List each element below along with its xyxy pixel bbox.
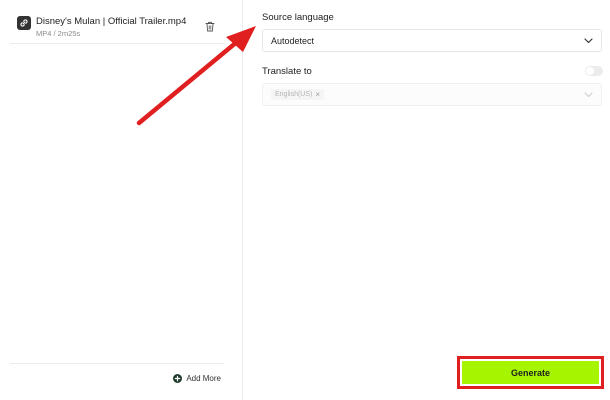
settings-panel: Source language Autodetect Translate to … xyxy=(244,0,610,400)
generate-button[interactable]: Generate xyxy=(462,361,599,384)
translate-to-select[interactable]: English(US) × xyxy=(262,83,602,106)
link-icon xyxy=(17,16,31,30)
source-language-select[interactable]: Autodetect xyxy=(262,29,602,52)
toggle-knob xyxy=(586,67,594,75)
file-list-panel: Disney's Mulan | Official Trailer.mp4 MP… xyxy=(0,0,243,400)
translate-to-label: Translate to xyxy=(262,66,312,77)
file-item[interactable]: Disney's Mulan | Official Trailer.mp4 MP… xyxy=(10,8,224,44)
translate-toggle[interactable] xyxy=(585,66,603,76)
trash-icon[interactable] xyxy=(205,19,215,32)
language-chip-label: English(US) xyxy=(275,91,313,98)
chevron-down-icon xyxy=(584,37,593,43)
add-more-button[interactable]: Add More xyxy=(173,374,221,383)
file-meta: MP4 / 2m25s xyxy=(36,29,81,38)
left-footer: Add More xyxy=(10,363,224,399)
add-more-label: Add More xyxy=(186,374,221,383)
generate-highlight-box: Generate xyxy=(457,356,604,389)
close-icon[interactable]: × xyxy=(315,90,320,99)
source-language-label: Source language xyxy=(262,12,334,23)
source-language-value: Autodetect xyxy=(271,35,315,46)
plus-circle-icon xyxy=(173,374,183,383)
language-chip: English(US) × xyxy=(271,89,325,100)
file-name: Disney's Mulan | Official Trailer.mp4 xyxy=(36,16,187,27)
chevron-down-icon xyxy=(584,91,593,97)
